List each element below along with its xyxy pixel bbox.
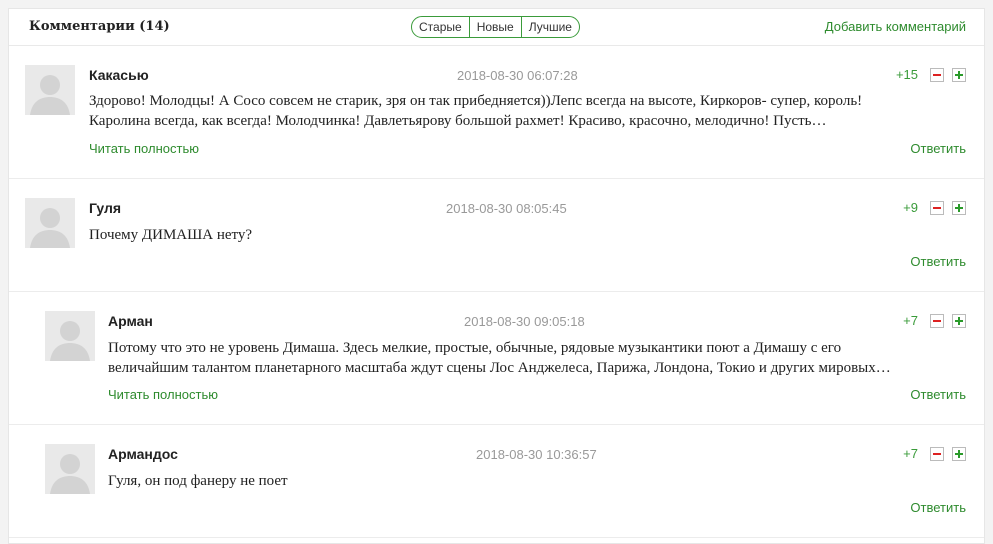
comment-date: 2018-08-30 09:05:18 — [464, 314, 585, 329]
comment-text-line: Потому что это не уровень Димаша. Здесь … — [108, 340, 842, 356]
comment-author[interactable]: Какасью — [89, 67, 149, 83]
comment-score: +15 — [895, 67, 918, 82]
comment-score: +7 — [903, 446, 918, 461]
add-comment-link[interactable]: Добавить комментарий — [825, 19, 966, 34]
minus-icon[interactable] — [930, 67, 944, 82]
read-more-link[interactable]: Читать полностью — [108, 387, 218, 402]
comments-header: Комментарии (14) Старые Новые Лучшие Доб… — [9, 9, 984, 46]
comment-item: Гуля 2018-08-30 08:05:45 +9 Почему ДИМАШ… — [9, 179, 984, 292]
user-silhouette-icon — [25, 65, 75, 115]
reply-link[interactable]: Ответить — [910, 141, 966, 156]
user-silhouette-icon — [45, 444, 95, 494]
sort-tabs: Старые Новые Лучшие — [411, 16, 580, 38]
sort-tab-best[interactable]: Лучшие — [522, 17, 579, 37]
comment-date: 2018-08-30 06:07:28 — [457, 68, 578, 83]
comment-score: +9 — [903, 200, 918, 215]
comment-item: Армандос 2018-08-30 10:36:57 +7 Гуля, он… — [9, 425, 984, 538]
comments-title: Комментарии (14) — [29, 19, 170, 34]
minus-icon[interactable] — [930, 446, 944, 461]
reply-link[interactable]: Ответить — [910, 500, 966, 515]
comment-text-line: величайшим талантом планетарного масштаб… — [108, 360, 891, 376]
sort-tab-new[interactable]: Новые — [470, 17, 522, 37]
plus-icon[interactable] — [952, 446, 966, 461]
user-silhouette-icon — [25, 198, 75, 248]
comment-date: 2018-08-30 10:36:57 — [476, 447, 597, 462]
comments-panel: Комментарии (14) Старые Новые Лучшие Доб… — [8, 8, 985, 544]
sort-tab-old[interactable]: Старые — [412, 17, 470, 37]
comment-votes: +15 — [896, 67, 966, 82]
comment-votes: +9 — [903, 200, 966, 215]
comment-author[interactable]: Гуля — [89, 200, 121, 216]
plus-icon[interactable] — [952, 200, 966, 215]
comment-text-line: Почему ДИМАША нету? — [89, 227, 253, 243]
comment-text-line: Каролина всегда, как всегда! Молодчинка!… — [89, 113, 827, 129]
comment-item: Какасью 2018-08-30 06:07:28 +15 Здорово!… — [9, 46, 984, 179]
comment-votes: +7 — [903, 313, 966, 328]
user-silhouette-icon — [45, 311, 95, 361]
comment-score: +7 — [903, 313, 918, 328]
comment-author[interactable]: Арман — [108, 313, 153, 329]
minus-icon[interactable] — [930, 313, 944, 328]
comment-text-line: Здорово! Молодцы! А Сосо совсем не стари… — [89, 93, 863, 109]
comment-votes: +7 — [903, 446, 966, 461]
plus-icon[interactable] — [952, 67, 966, 82]
reply-link[interactable]: Ответить — [910, 387, 966, 402]
comment-author[interactable]: Армандос — [108, 446, 178, 462]
minus-icon[interactable] — [930, 200, 944, 215]
read-more-link[interactable]: Читать полностью — [89, 141, 199, 156]
comment-date: 2018-08-30 08:05:45 — [446, 201, 567, 216]
reply-link[interactable]: Ответить — [910, 254, 966, 269]
plus-icon[interactable] — [952, 313, 966, 328]
comment-text-line: Гуля, он под фанеру не поет — [108, 473, 288, 489]
comment-item: Арман 2018-08-30 09:05:18 +7 Потому что … — [9, 292, 984, 425]
